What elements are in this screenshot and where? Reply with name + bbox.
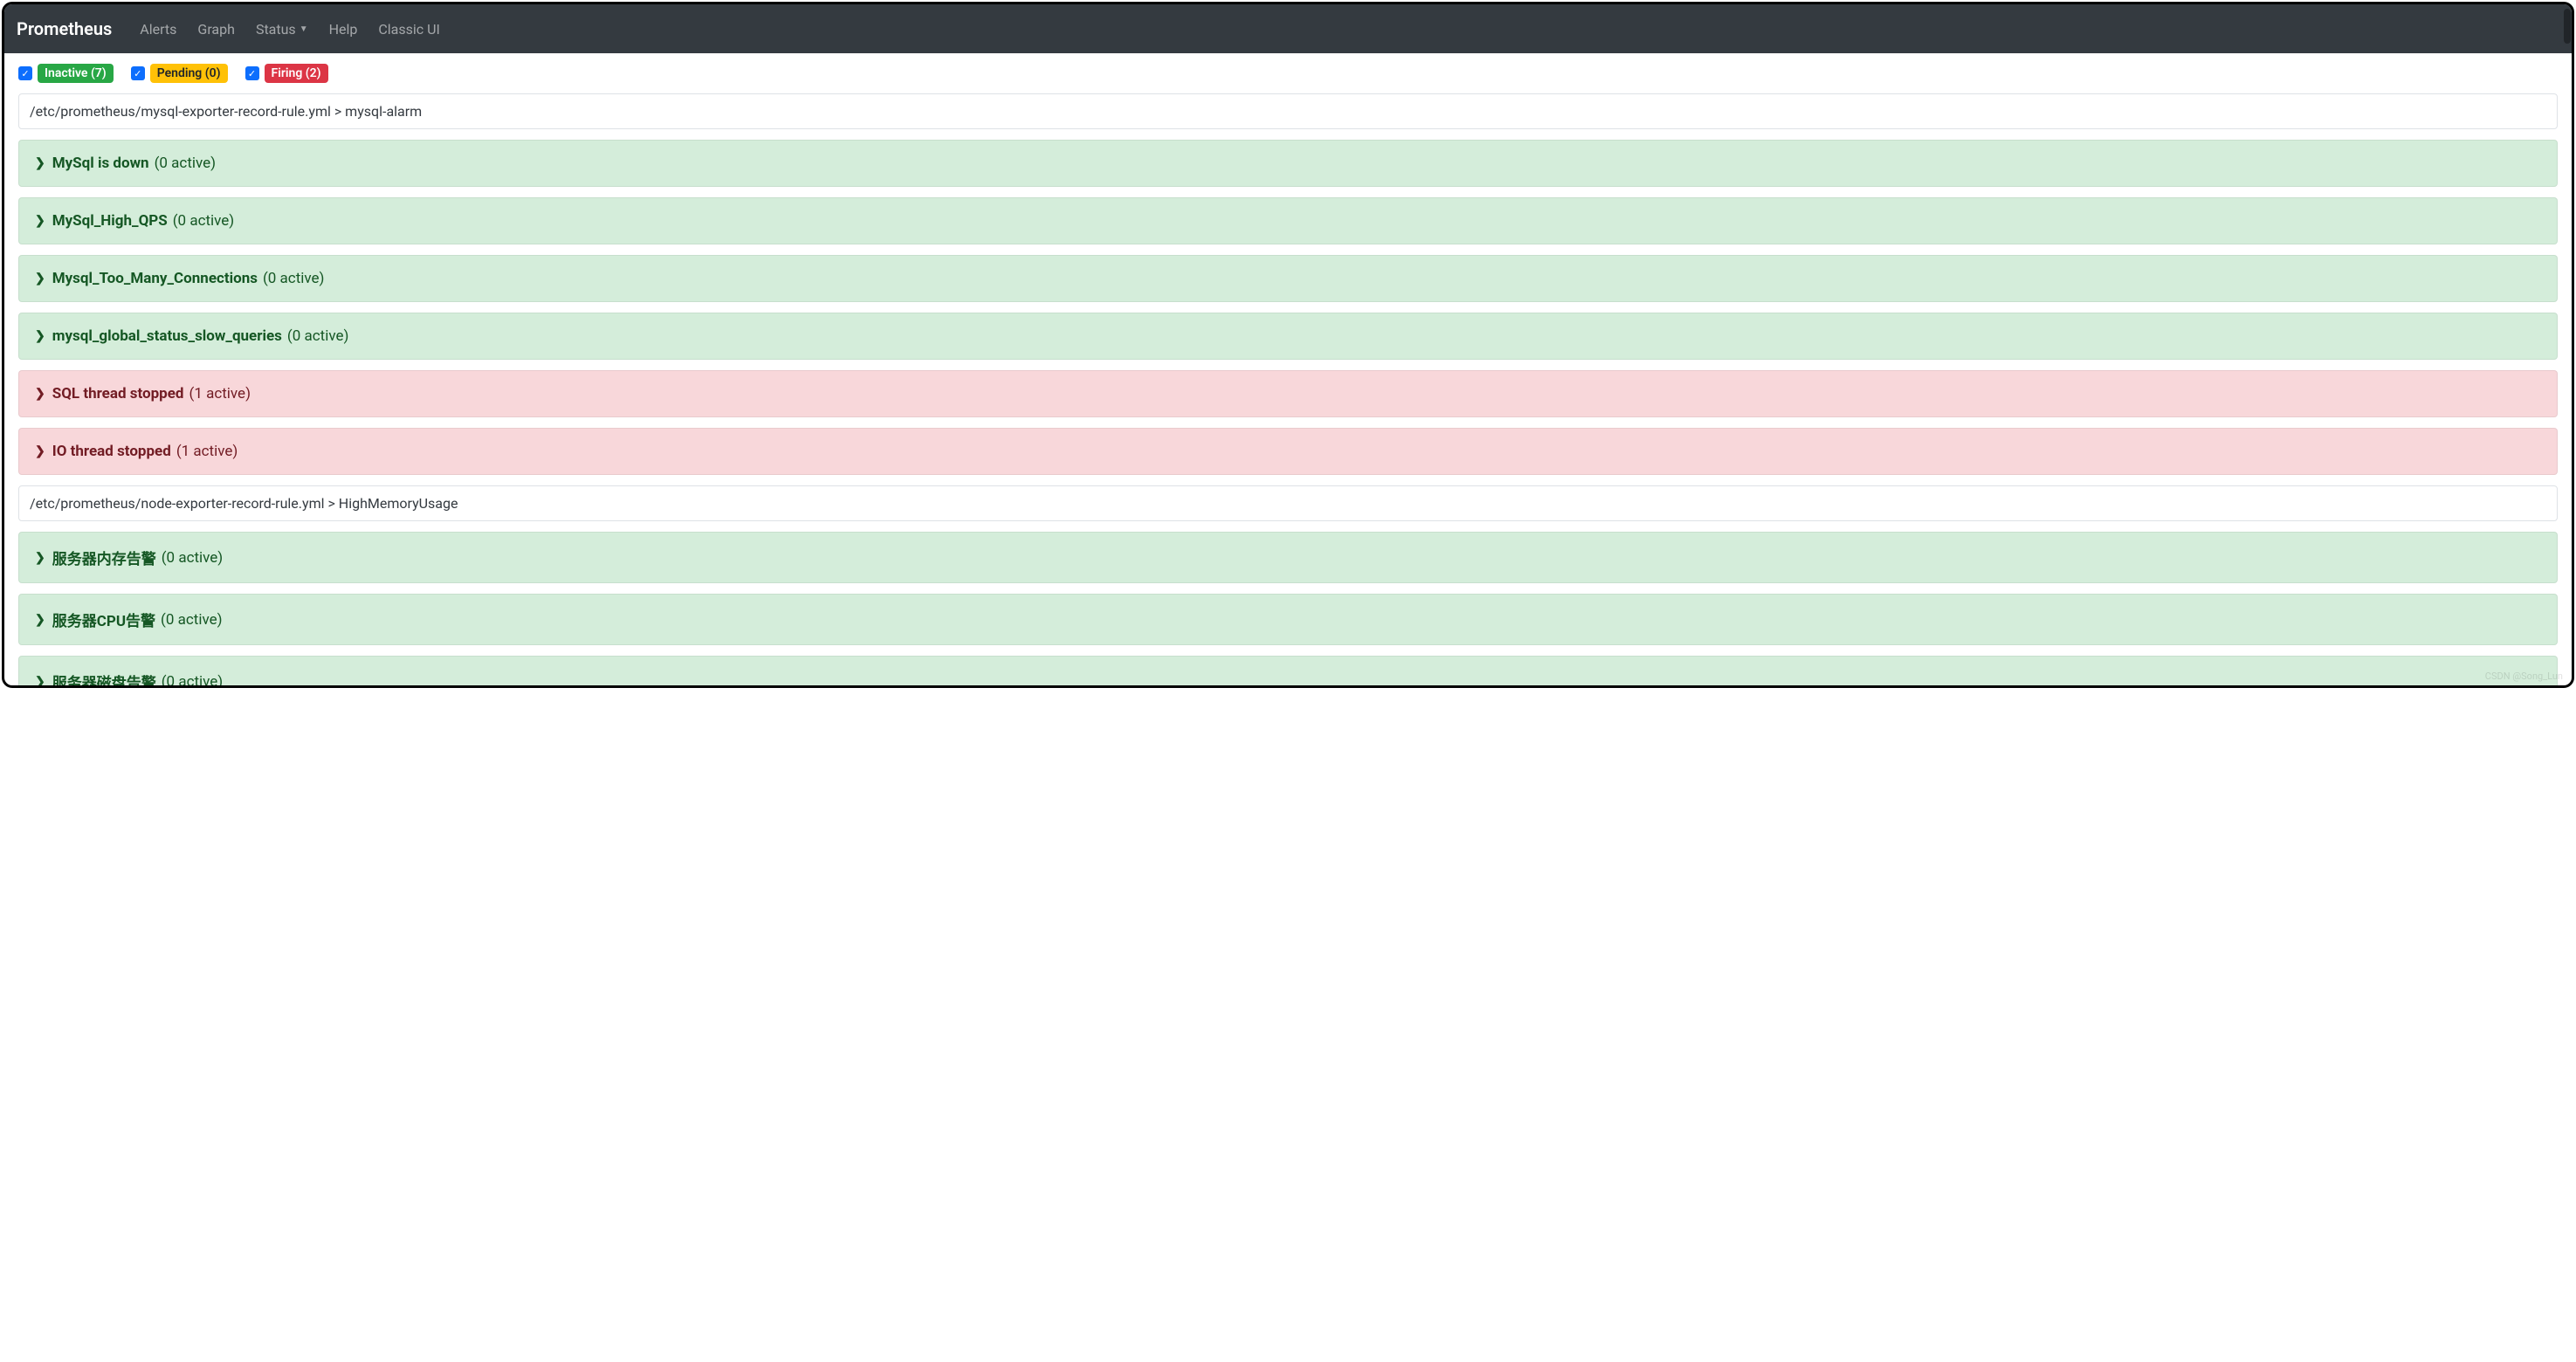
checkbox-firing[interactable]: ✓ — [245, 66, 259, 80]
filter-firing: ✓ Firing (2) — [245, 64, 328, 83]
chevron-right-icon: ❯ — [35, 444, 45, 458]
alert-active-count: (0 active) — [162, 673, 224, 689]
alert-active-count: (0 active) — [263, 270, 325, 287]
chevron-right-icon: ❯ — [35, 156, 45, 170]
badge-pending[interactable]: Pending (0) — [150, 64, 228, 83]
alert-rule-row[interactable]: ❯ MySql_High_QPS (0 active) — [18, 197, 2558, 244]
badge-inactive[interactable]: Inactive (7) — [38, 64, 114, 83]
alert-name: SQL thread stopped — [52, 385, 184, 402]
filter-pending: ✓ Pending (0) — [131, 64, 228, 83]
rule-group-header: /etc/prometheus/node-exporter-record-rul… — [18, 485, 2558, 521]
nav-status[interactable]: Status ▼ — [245, 14, 319, 45]
alert-active-count: (0 active) — [173, 212, 235, 230]
alert-active-count: (0 active) — [162, 549, 224, 567]
alert-name: 服务器CPU告警 — [52, 609, 155, 630]
alert-rule-row[interactable]: ❯ 服务器CPU告警 (0 active) — [18, 594, 2558, 645]
chevron-down-icon: ▼ — [300, 24, 308, 34]
nav-alerts[interactable]: Alerts — [129, 14, 187, 45]
nav-classic-ui[interactable]: Classic UI — [368, 14, 450, 45]
chevron-right-icon: ❯ — [35, 272, 45, 285]
chevron-right-icon: ❯ — [35, 551, 45, 565]
nav-graph[interactable]: Graph — [187, 14, 245, 45]
chevron-right-icon: ❯ — [35, 613, 45, 627]
alert-name: Mysql_Too_Many_Connections — [52, 270, 258, 287]
state-filter-row: ✓ Inactive (7) ✓ Pending (0) ✓ Firing (2… — [18, 64, 2558, 83]
chevron-right-icon: ❯ — [35, 329, 45, 343]
alert-name: 服务器磁盘告警 — [52, 671, 156, 688]
alert-rule-row[interactable]: ❯ MySql is down (0 active) — [18, 140, 2558, 187]
watermark-text: CSDN @Song_Lun — [2485, 671, 2563, 682]
checkbox-inactive[interactable]: ✓ — [18, 66, 32, 80]
alert-active-count: (0 active) — [155, 155, 217, 172]
alert-name: 服务器内存告警 — [52, 547, 156, 568]
chevron-right-icon: ❯ — [35, 214, 45, 228]
alert-active-count: (1 active) — [189, 385, 251, 402]
nav-help[interactable]: Help — [319, 14, 368, 45]
alert-rule-row[interactable]: ❯ SQL thread stopped (1 active) — [18, 370, 2558, 417]
chevron-right-icon: ❯ — [35, 675, 45, 689]
badge-firing[interactable]: Firing (2) — [265, 64, 328, 83]
alert-active-count: (0 active) — [287, 327, 349, 345]
chevron-right-icon: ❯ — [35, 387, 45, 401]
alert-active-count: (1 active) — [176, 443, 238, 460]
alert-name: mysql_global_status_slow_queries — [52, 327, 282, 345]
alert-name: IO thread stopped — [52, 443, 171, 460]
alert-name: MySql is down — [52, 155, 149, 172]
nav-status-label: Status — [256, 21, 296, 38]
brand-logo[interactable]: Prometheus — [17, 18, 112, 39]
alert-rule-row[interactable]: ❯ Mysql_Too_Many_Connections (0 active) — [18, 255, 2558, 302]
alert-rule-row[interactable]: ❯ 服务器内存告警 (0 active) — [18, 532, 2558, 583]
alert-active-count: (0 active) — [161, 611, 223, 629]
checkbox-pending[interactable]: ✓ — [131, 66, 145, 80]
top-navbar: Prometheus Alerts Graph Status ▼ Help Cl… — [4, 4, 2572, 53]
scrollbar-thumb[interactable] — [2564, 9, 2571, 44]
app-frame: Prometheus Alerts Graph Status ▼ Help Cl… — [2, 2, 2574, 688]
content-area: ✓ Inactive (7) ✓ Pending (0) ✓ Firing (2… — [4, 53, 2572, 688]
rule-group-header: /etc/prometheus/mysql-exporter-record-ru… — [18, 93, 2558, 129]
alert-rule-row[interactable]: ❯ IO thread stopped (1 active) — [18, 428, 2558, 475]
alert-rule-row[interactable]: ❯ 服务器磁盘告警 (0 active) — [18, 656, 2558, 688]
filter-inactive: ✓ Inactive (7) — [18, 64, 114, 83]
alert-rule-row[interactable]: ❯ mysql_global_status_slow_queries (0 ac… — [18, 313, 2558, 360]
alert-name: MySql_High_QPS — [52, 212, 168, 230]
